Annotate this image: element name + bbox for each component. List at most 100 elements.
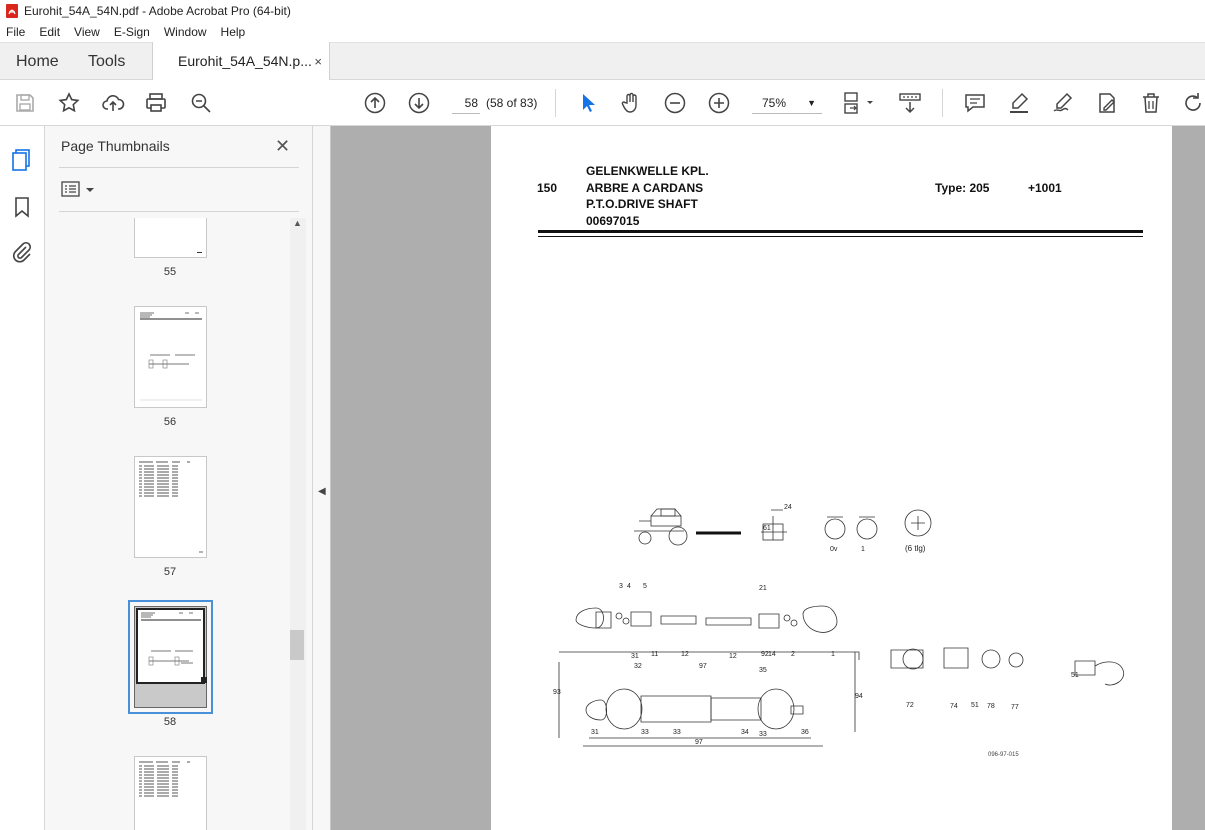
- collapse-panel-button[interactable]: ◀: [313, 126, 331, 830]
- page-up-icon[interactable]: [363, 91, 387, 115]
- scroll-up-icon[interactable]: ▲: [293, 218, 302, 228]
- thumbnails-panel: Page Thumbnails ✕ 55 56 57 58 ▲: [45, 126, 313, 830]
- rotate-icon[interactable]: [1181, 91, 1205, 115]
- svg-text:12: 12: [729, 653, 737, 660]
- svg-text:61: 61: [763, 525, 771, 532]
- svg-text:11: 11: [651, 651, 658, 658]
- thumbnail-label-56: 56: [163, 416, 177, 428]
- scroll-mode-icon[interactable]: [898, 91, 922, 115]
- select-cursor-icon[interactable]: [576, 91, 600, 115]
- menu-file[interactable]: File: [0, 25, 32, 39]
- page-thumbnails-icon[interactable]: [10, 148, 34, 172]
- svg-text:5: 5: [643, 583, 647, 590]
- acrobat-app-icon: [6, 4, 18, 18]
- svg-text:74: 74: [950, 703, 958, 710]
- svg-text:31: 31: [591, 729, 599, 736]
- page-number-input[interactable]: 58: [452, 92, 480, 114]
- svg-text:32: 32: [634, 663, 642, 670]
- thumbnail-label-57: 57: [163, 566, 177, 578]
- tab-document[interactable]: Eurohit_54A_54N.p... ×: [152, 42, 330, 81]
- tab-tools[interactable]: Tools: [88, 43, 125, 81]
- svg-text:72: 72: [906, 702, 914, 709]
- svg-text:21: 21: [759, 585, 767, 592]
- panel-divider: [59, 211, 299, 212]
- toolbar-divider: [555, 89, 556, 117]
- toolbar: 58 (58 of 83) 75% ▼: [0, 80, 1205, 126]
- window-title: Eurohit_54A_54N.pdf - Adobe Acrobat Pro …: [24, 4, 291, 18]
- comment-icon[interactable]: [963, 91, 987, 115]
- panel-divider: [59, 167, 299, 168]
- svg-text:33: 33: [641, 729, 649, 736]
- tab-close-icon[interactable]: ×: [314, 42, 322, 81]
- svg-text:24: 24: [784, 504, 792, 511]
- menu-edit[interactable]: Edit: [32, 25, 67, 39]
- menu-help[interactable]: Help: [214, 25, 253, 39]
- attachment-icon[interactable]: [10, 240, 34, 264]
- thumbnail-scrollbar[interactable]: ▲: [290, 218, 306, 830]
- hand-icon[interactable]: [619, 91, 643, 115]
- svg-text:1: 1: [831, 651, 835, 658]
- svg-text:2: 2: [791, 651, 795, 658]
- zoom-in-icon[interactable]: [707, 91, 731, 115]
- tab-home[interactable]: Home: [16, 43, 59, 81]
- page-down-icon[interactable]: [407, 91, 431, 115]
- thumbnail-page-57[interactable]: [134, 456, 207, 558]
- pto-shaft-drawing: 3 4 5 21 31 11 12 12 14 2 1 93 92 32 97 …: [553, 504, 1125, 747]
- svg-text:97: 97: [699, 663, 707, 670]
- svg-text:77: 77: [1011, 704, 1019, 711]
- page-count: (58 of 83): [486, 96, 538, 110]
- tlg-note: (6 tlg): [905, 544, 926, 553]
- menu-esign[interactable]: E-Sign: [107, 25, 157, 39]
- highlight-icon[interactable]: [1007, 91, 1031, 115]
- bookmark-star-icon[interactable]: [57, 91, 81, 115]
- svg-text:34: 34: [741, 729, 749, 736]
- zoom-select[interactable]: 75% ▼: [752, 92, 822, 114]
- menu-window[interactable]: Window: [157, 25, 214, 39]
- svg-text:92: 92: [761, 651, 769, 658]
- chevron-down-icon: ▼: [807, 98, 816, 108]
- zoom-out-icon[interactable]: [663, 91, 687, 115]
- upload-icon[interactable]: [101, 91, 125, 115]
- svg-text:14: 14: [768, 651, 776, 658]
- chevron-left-icon: ◀: [318, 486, 326, 497]
- sign-icon[interactable]: [1051, 91, 1075, 115]
- svg-text:51: 51: [1071, 672, 1079, 679]
- svg-text:31: 31: [631, 653, 639, 660]
- svg-text:4: 4: [627, 583, 631, 590]
- svg-text:97: 97: [695, 739, 703, 746]
- thumbnail-label-55: 55: [163, 266, 177, 278]
- fill-sign-icon[interactable]: [1095, 91, 1119, 115]
- thumbnail-label-58: 58: [163, 716, 177, 728]
- tractor-sketch: [634, 508, 688, 546]
- svg-text:33: 33: [673, 729, 681, 736]
- scrollbar-thumb[interactable]: [290, 630, 304, 660]
- svg-text:1: 1: [861, 546, 865, 553]
- menu-bar: File Edit View E-Sign Window Help: [0, 22, 1205, 42]
- tab-document-label: Eurohit_54A_54N.p...: [178, 53, 312, 69]
- panel-title: Page Thumbnails: [61, 138, 170, 154]
- left-rail: [0, 126, 45, 830]
- thumbnail-options-button[interactable]: [61, 180, 101, 200]
- svg-text:36: 36: [801, 729, 809, 736]
- thumbnail-page-56[interactable]: [134, 306, 207, 408]
- pdf-page[interactable]: 150 GELENKWELLE KPL. ARBRE A CARDANS P.T…: [491, 126, 1172, 830]
- thumbnail-page-59[interactable]: [134, 756, 207, 830]
- svg-text:51: 51: [971, 702, 979, 709]
- thumbnail-page-55[interactable]: [134, 218, 207, 258]
- title-bar: Eurohit_54A_54N.pdf - Adobe Acrobat Pro …: [0, 0, 1205, 22]
- bookmark-icon[interactable]: [10, 195, 34, 219]
- thumbnail-page-58[interactable]: [128, 600, 213, 714]
- menu-view[interactable]: View: [67, 25, 107, 39]
- svg-text:93: 93: [553, 689, 561, 696]
- delete-icon[interactable]: [1139, 91, 1163, 115]
- save-icon[interactable]: [13, 91, 37, 115]
- svg-text:0v: 0v: [830, 546, 838, 553]
- toolbar-divider: [942, 89, 943, 117]
- page-display-icon[interactable]: [842, 91, 876, 115]
- drawing-reference: 096-97-015: [988, 752, 1019, 758]
- close-icon[interactable]: ✕: [275, 136, 290, 157]
- tab-bar: Home Tools Eurohit_54A_54N.p... ×: [0, 42, 1205, 81]
- zoom-search-icon[interactable]: [189, 91, 213, 115]
- print-icon[interactable]: [144, 91, 168, 115]
- svg-text:12: 12: [681, 651, 689, 658]
